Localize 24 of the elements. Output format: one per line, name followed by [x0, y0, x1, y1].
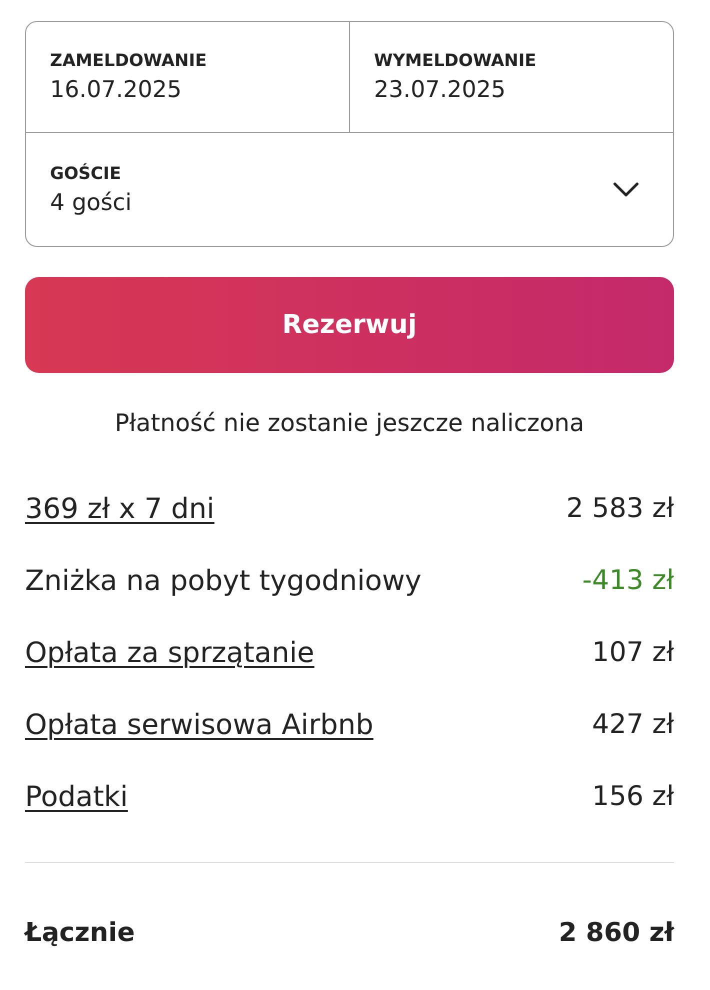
guests-dropdown[interactable]: GOŚCIE 4 gości [26, 133, 673, 246]
discount-label: Zniżka na pobyt tygodniowy [25, 564, 422, 596]
date-field[interactable]: WYMELDOWANIE 23.07.2025 [350, 22, 673, 132]
payment-note: Płatność nie zostanie jeszcze naliczona [114, 409, 584, 437]
price-item-link[interactable]: Opłata serwisowa Airbnb [25, 708, 374, 740]
discount-amount: -413 zł [582, 564, 674, 596]
date-field[interactable]: ZAMELDOWANIE 16.07.2025 [26, 22, 350, 132]
field-value: 23.07.2025 [374, 77, 506, 103]
price-amount: 107 zł [592, 636, 674, 668]
price-amount: 427 zł [592, 708, 674, 740]
field-label: ZAMELDOWANIE [50, 51, 207, 71]
field-value: 4 gości [50, 190, 132, 216]
reserve-button[interactable]: Rezerwuj [25, 277, 674, 373]
total-amount: 2 860 zł [558, 918, 674, 948]
field-label: GOŚCIE [50, 164, 122, 184]
field-label: WYMELDOWANIE [374, 51, 536, 71]
price-item-link[interactable]: Podatki [25, 780, 128, 812]
price-amount: 2 583 zł [566, 492, 674, 524]
field-value: 16.07.2025 [50, 77, 182, 103]
price-amount: 156 zł [592, 780, 674, 812]
chevron-down-icon [613, 182, 639, 197]
total-label: Łącznie [25, 918, 135, 948]
price-item-link[interactable]: 369 zł x 7 dni [25, 492, 214, 524]
price-item-link[interactable]: Opłata za sprzątanie [25, 636, 314, 668]
